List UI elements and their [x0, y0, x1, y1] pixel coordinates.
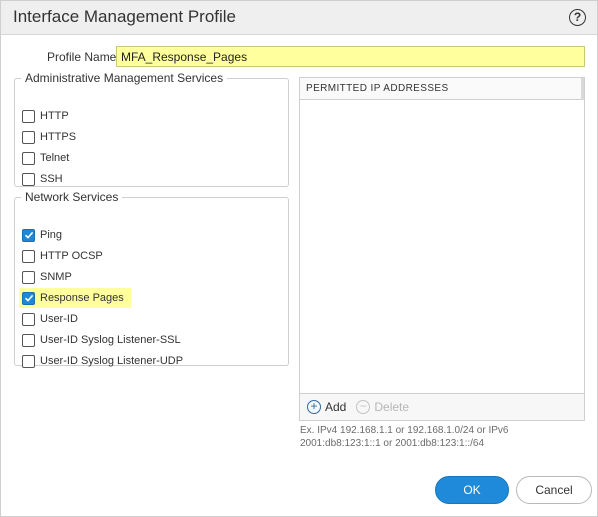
user-id-syslog-ssl-label: User-ID Syslog Listener-SSL [40, 334, 181, 346]
checkbox-row-telnet[interactable]: Telnet [22, 149, 69, 167]
ping-checkbox[interactable] [22, 228, 35, 242]
response-pages-checkbox[interactable] [22, 291, 35, 305]
delete-ip-label: Delete [374, 400, 410, 414]
ip-format-hint: Ex. IPv4 192.168.1.1 or 192.168.1.0/24 o… [300, 425, 509, 449]
ping-label: Ping [40, 229, 63, 241]
permitted-ip-header-label: PERMITTED IP ADDRESSES [306, 83, 449, 94]
minus-circle-icon: − [356, 400, 371, 414]
checkbox-row-user-id-syslog-udp[interactable]: User-ID Syslog Listener-UDP [22, 352, 183, 370]
dialog-title: Interface Management Profile [13, 7, 237, 26]
checkbox-row-https[interactable]: HTTPS [22, 128, 76, 146]
checkbox-row-http-ocsp[interactable]: HTTP OCSP [22, 247, 103, 265]
dialog-titlebar: Interface Management Profile ? [1, 1, 597, 35]
checkbox-row-ping[interactable]: Ping [22, 226, 62, 244]
user-id-syslog-udp-label: User-ID Syslog Listener-UDP [40, 355, 184, 367]
permitted-ip-toolbar: + Add − Delete [300, 393, 584, 420]
profile-name-label: Profile Name [47, 50, 117, 64]
interface-management-profile-dialog: Interface Management Profile ? Profile N… [0, 0, 598, 517]
help-icon[interactable]: ? [569, 9, 586, 26]
delete-ip-button[interactable]: − Delete [356, 400, 409, 414]
plus-circle-icon: + [307, 400, 321, 414]
user-id-checkbox[interactable] [22, 312, 35, 326]
https-checkbox[interactable] [22, 130, 35, 144]
admin-management-services-group: Administrative Management Services HTTP … [14, 71, 289, 187]
user-id-syslog-udp-checkbox[interactable] [22, 354, 35, 368]
checkbox-row-ssh[interactable]: SSH [22, 170, 63, 188]
add-ip-button[interactable]: + Add [307, 400, 346, 414]
response-pages-label: Response Pages [40, 292, 124, 304]
checkbox-row-snmp[interactable]: SNMP [22, 268, 72, 286]
snmp-label: SNMP [40, 271, 72, 283]
http-ocsp-checkbox[interactable] [22, 249, 35, 263]
http-label: HTTP [40, 110, 69, 122]
user-id-label: User-ID [40, 313, 78, 325]
http-checkbox[interactable] [22, 109, 35, 123]
https-label: HTTPS [40, 131, 77, 143]
add-ip-label: Add [325, 400, 347, 414]
checkbox-row-http[interactable]: HTTP [22, 107, 69, 125]
admin-services-legend: Administrative Management Services [25, 71, 224, 85]
cancel-button[interactable]: Cancel [516, 476, 592, 504]
profile-name-input[interactable] [116, 46, 585, 67]
header-scrollbar [581, 78, 584, 100]
ssh-label: SSH [40, 173, 63, 185]
snmp-checkbox[interactable] [22, 270, 35, 284]
ssh-checkbox[interactable] [22, 172, 35, 186]
permitted-ip-list[interactable] [300, 100, 584, 393]
ok-button[interactable]: OK [435, 476, 509, 504]
checkbox-row-user-id[interactable]: User-ID [22, 310, 78, 328]
http-ocsp-label: HTTP OCSP [40, 250, 103, 262]
network-services-group: Network Services Ping HTTP OCSP SNMP Res… [14, 190, 289, 368]
telnet-checkbox[interactable] [22, 151, 35, 165]
network-services-legend: Network Services [25, 190, 119, 204]
permitted-ip-addresses-panel: PERMITTED IP ADDRESSES + Add − Delete [299, 77, 585, 421]
checkbox-row-user-id-syslog-ssl[interactable]: User-ID Syslog Listener-SSL [22, 331, 181, 349]
telnet-label: Telnet [40, 152, 70, 164]
user-id-syslog-ssl-checkbox[interactable] [22, 333, 35, 347]
checkbox-row-response-pages[interactable]: Response Pages [19, 288, 131, 308]
permitted-ip-header: PERMITTED IP ADDRESSES [300, 78, 584, 100]
